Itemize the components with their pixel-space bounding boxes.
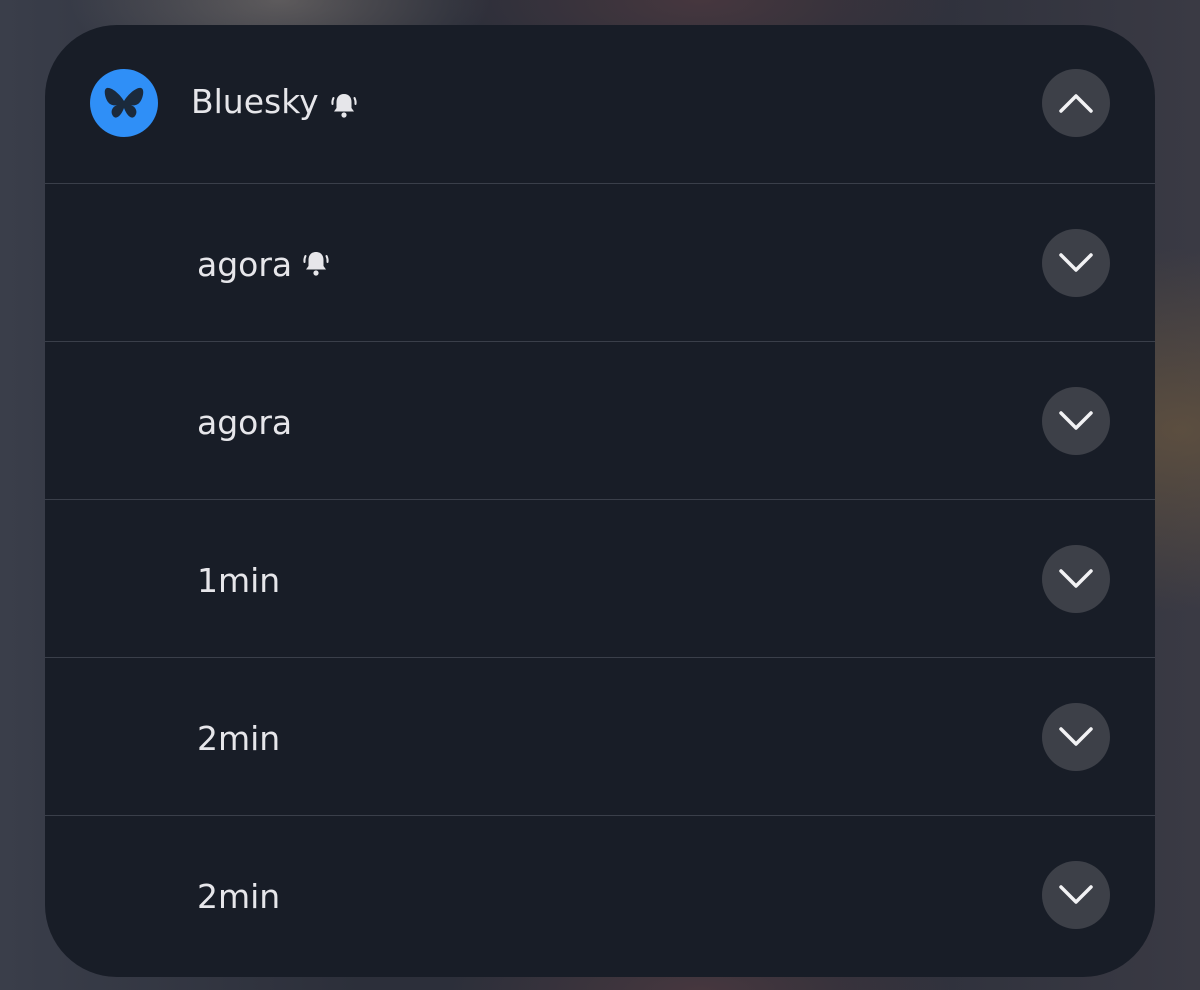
- chevron-down-icon: [1059, 569, 1093, 588]
- notification-time: agora: [197, 245, 293, 284]
- bell-alert-icon: [331, 94, 357, 118]
- app-name: Bluesky: [191, 82, 319, 121]
- notification-time: 2min: [197, 877, 281, 916]
- notification-item[interactable]: agora: [45, 341, 1155, 499]
- bluesky-butterfly-icon: [90, 69, 158, 137]
- notification-item[interactable]: agora: [45, 183, 1155, 341]
- collapse-group-button[interactable]: [1042, 69, 1110, 137]
- bell-alert-icon: [303, 252, 329, 276]
- chevron-down-icon: [1059, 727, 1093, 746]
- notification-time: 1min: [197, 561, 281, 600]
- notification-item[interactable]: 2min: [45, 815, 1155, 973]
- notification-group-panel: Bluesky agora agora 1min 2min 2min: [45, 25, 1155, 977]
- chevron-down-icon: [1059, 411, 1093, 430]
- notification-item[interactable]: 1min: [45, 499, 1155, 657]
- chevron-down-icon: [1059, 253, 1093, 272]
- notification-group-header[interactable]: Bluesky: [45, 25, 1155, 183]
- chevron-up-icon: [1059, 94, 1093, 113]
- notification-time: agora: [197, 403, 293, 442]
- chevron-down-icon: [1059, 885, 1093, 904]
- expand-notification-button[interactable]: [1042, 861, 1110, 929]
- expand-notification-button[interactable]: [1042, 703, 1110, 771]
- expand-notification-button[interactable]: [1042, 545, 1110, 613]
- expand-notification-button[interactable]: [1042, 387, 1110, 455]
- expand-notification-button[interactable]: [1042, 229, 1110, 297]
- notification-time: 2min: [197, 719, 281, 758]
- notification-item[interactable]: 2min: [45, 657, 1155, 815]
